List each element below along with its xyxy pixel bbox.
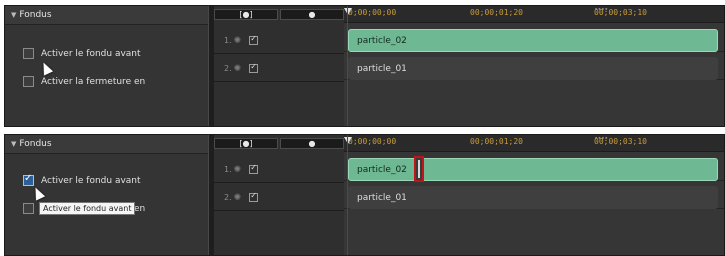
clip-label: particle_01: [357, 192, 407, 203]
clip[interactable]: particle_02: [348, 29, 718, 52]
playhead-line[interactable]: [347, 135, 348, 255]
checkbox-icon[interactable]: [249, 163, 259, 174]
playhead-marker-icon[interactable]: [344, 8, 352, 15]
clip[interactable]: particle_01: [348, 186, 718, 209]
clip[interactable]: particle_01: [348, 57, 718, 80]
timecode-0: 0;00;00;00: [348, 137, 397, 146]
fades-pane: ▼ Fondus Activer le fondu avant Activer …: [5, 6, 208, 126]
mouse-cursor-icon: [38, 60, 54, 76]
mouse-cursor-icon: [30, 185, 46, 201]
track-index: 1.: [224, 36, 232, 45]
timeline-lane: particle_02: [344, 26, 724, 52]
track-header: [●] ● 1. ✺ 2. ✺: [214, 6, 344, 126]
timeline-lane: particle_02: [344, 155, 724, 182]
playhead-marker-icon[interactable]: [344, 137, 352, 144]
time-ruler[interactable]: ∙∙∙∙ 0;00;00;00 00;00;01;20 00;00;03;10: [344, 6, 724, 23]
track-row[interactable]: 1. ✺: [214, 28, 344, 54]
checkbox-icon[interactable]: [249, 191, 259, 202]
timecode-1: 00;00;01;20: [470, 137, 523, 146]
timeline[interactable]: ∙∙∙∙ 0;00;00;00 00;00;01;20 00;00;03;10 …: [344, 6, 724, 126]
bulb-icon[interactable]: ✺: [234, 64, 242, 74]
fade-in-checkbox[interactable]: [23, 48, 34, 59]
fade-out-checkbox[interactable]: [23, 203, 34, 214]
timeline[interactable]: ∙∙∙∙ 0;00;00;00 00;00;01;20 00;00;03;10 …: [344, 135, 724, 255]
fades-pane: ▼ Fondus Activer le fondu avant Activer …: [5, 135, 208, 255]
track-row[interactable]: 1. ✺: [214, 157, 344, 183]
playhead-line[interactable]: [347, 6, 348, 126]
fade-in-label: Activer le fondu avant: [41, 48, 141, 59]
track-header-tabs: [●] ●: [214, 138, 344, 149]
timecode-2: 00;00;03;10: [594, 137, 647, 146]
tooltip: Activer le fondu avant: [39, 202, 136, 215]
fades-section-header[interactable]: ▼ Fondus: [5, 6, 208, 25]
track-tab-left[interactable]: [●]: [214, 138, 278, 149]
clip-label: particle_02: [357, 164, 407, 175]
fade-in-option[interactable]: Activer le fondu avant: [23, 173, 141, 186]
timecode-0: 0;00;00;00: [348, 8, 397, 17]
fades-section-title: Fondus: [19, 10, 52, 20]
fades-section-title: Fondus: [19, 139, 52, 149]
timecode-1: 00;00;01;20: [470, 8, 523, 17]
bulb-icon[interactable]: ✺: [234, 165, 242, 175]
clip[interactable]: particle_02: [348, 158, 718, 181]
bulb-icon[interactable]: ✺: [234, 36, 242, 46]
track-row[interactable]: 2. ✺: [214, 185, 344, 211]
track-header: [●] ● 1. ✺ 2. ✺: [214, 135, 344, 255]
track-index: 2.: [224, 64, 232, 73]
fade-out-option[interactable]: Activer la fermeture en: [23, 76, 145, 87]
fade-panel-before: ▼ Fondus Activer le fondu avant Activer …: [4, 5, 725, 127]
fade-panel-after: ▼ Fondus Activer le fondu avant Activer …: [4, 134, 725, 256]
fade-in-option[interactable]: Activer le fondu avant: [23, 48, 141, 59]
bulb-icon[interactable]: ✺: [234, 193, 242, 203]
triangle-down-icon: ▼: [11, 11, 17, 19]
track-tab-left[interactable]: [●]: [214, 9, 278, 20]
time-ruler[interactable]: ∙∙∙∙ 0;00;00;00 00;00;01;20 00;00;03;10: [344, 135, 724, 152]
checkbox-icon[interactable]: [249, 62, 259, 73]
timeline-lane: particle_01: [344, 54, 724, 80]
track-index: 2.: [224, 193, 232, 202]
fade-in-label: Activer le fondu avant: [41, 175, 141, 186]
fade-handle[interactable]: [414, 156, 424, 182]
track-index: 1.: [224, 165, 232, 174]
fades-section-header[interactable]: ▼ Fondus: [5, 135, 208, 154]
track-header-tabs: [●] ●: [214, 9, 344, 20]
timeline-lane: particle_01: [344, 183, 724, 209]
track-tab-right[interactable]: ●: [280, 138, 344, 149]
fade-out-label: Activer la fermeture en: [41, 76, 146, 87]
fade-out-checkbox[interactable]: [23, 76, 34, 87]
clip-label: particle_01: [357, 63, 407, 74]
clip-label: particle_02: [357, 35, 407, 46]
track-row[interactable]: 2. ✺: [214, 56, 344, 82]
checkbox-icon[interactable]: [249, 34, 259, 45]
triangle-down-icon: ▼: [11, 140, 17, 148]
track-tab-right[interactable]: ●: [280, 9, 344, 20]
fade-in-checkbox[interactable]: [23, 173, 34, 186]
timecode-2: 00;00;03;10: [594, 8, 647, 17]
